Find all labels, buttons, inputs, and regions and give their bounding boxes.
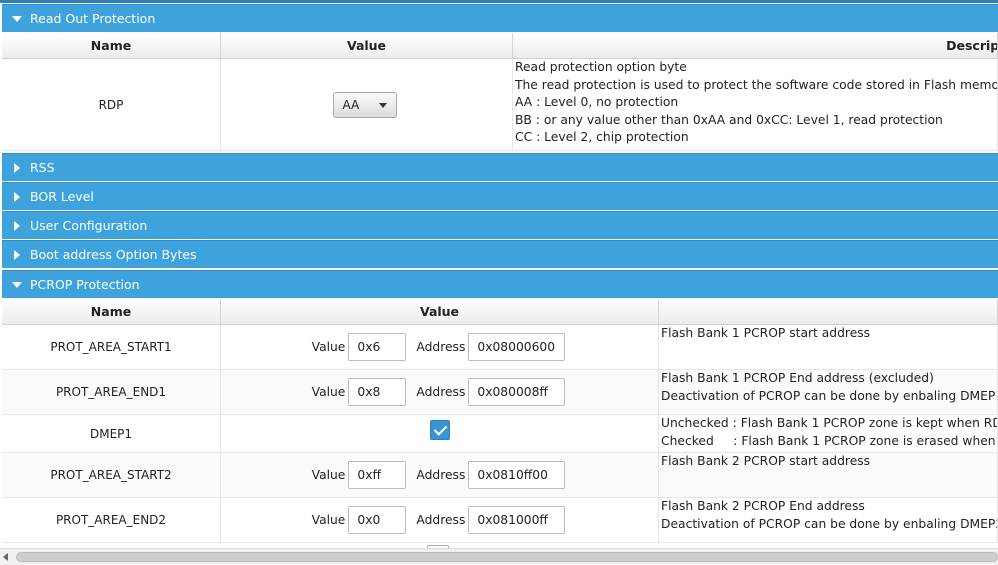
pcrop-name-cell: DMEP1 [2,415,221,453]
column-header-value[interactable]: Value [221,33,513,59]
pcrop-value-cell: Value 0xff Address 0x0810ff00 [221,453,659,498]
pcrop-desc-line: Deactivation of PCROP can be done by enb… [661,516,998,531]
pcrop-value-cell: Value 0x6 Address 0x08000600 [221,325,659,370]
value-label: Value [311,468,346,482]
section-boot-address[interactable]: Boot address Option Bytes [2,240,998,268]
address-input[interactable]: 0x080008ff [468,378,566,406]
value-input-text: 0x0 [357,513,381,527]
rdp-desc-line: The read protection is used to protect t… [515,77,998,92]
pcrop-row-name: PROT_AREA_START2 [50,468,172,482]
value-input-text: 0xff [357,468,381,482]
pcrop-row-name: PROT_AREA_END2 [55,513,167,527]
value-label: Value [311,513,346,527]
pcrop-name-cell: PROT_AREA_END1 [2,370,221,415]
rdp-dropdown-value: AA [342,97,360,112]
pcrop-name-cell: PROT_AREA_START2 [2,453,221,498]
value-label: Value [311,385,346,399]
expand-triangle-icon [12,220,22,231]
value-input-text: 0x6 [357,340,381,354]
section-pcrop-protection[interactable]: PCROP Protection [2,270,998,298]
expand-triangle-icon [12,191,22,202]
address-input-text: 0x0810ff00 [477,468,548,482]
rdp-name: RDP [98,97,124,112]
pcrop-value-cell: Value 0x0 Address 0x081000ff [221,498,659,543]
expand-triangle-icon [12,162,22,173]
rdp-desc-line: AA : Level 0, no protection [515,95,679,109]
pcrop-desc-line: Checked : Flash Bank 1 PCROP zone is era… [661,433,996,448]
column-header-description[interactable]: Description [513,33,998,59]
section-rss[interactable]: RSS [2,153,998,181]
scrollbar-thumb[interactable] [16,552,998,562]
pcrop-description-cell: Flash Bank 2 PCROP start address [659,453,998,498]
rdp-dropdown[interactable]: AA [332,91,397,118]
pcrop-name-cell: PROT_AREA_END2 [2,498,221,543]
section-title: RSS [30,160,55,175]
expand-triangle-icon [12,249,22,260]
address-input[interactable]: 0x08000600 [468,333,566,361]
pcrop-row-name: PROT_AREA_END1 [55,385,167,399]
address-input[interactable]: 0x0810ff00 [468,461,566,489]
pcrop-desc-line: Flash Bank 1 PCROP start address [661,326,871,340]
collapse-triangle-icon [12,280,22,290]
collapse-triangle-icon [12,14,22,24]
pcrop-description-cell: Unchecked : Flash Bank 1 PCROP zone is k… [659,415,998,453]
pcrop-desc-line: Flash Bank 1 PCROP End address (excluded… [661,371,934,385]
scroll-left-arrow-icon[interactable] [3,553,8,561]
rdp-name-cell: RDP [2,59,221,151]
section-title: BOR Level [30,189,94,204]
column-header-name[interactable]: Name [2,33,221,59]
dmep1-checkbox[interactable] [429,420,450,440]
column-header-name[interactable]: Name [2,299,221,325]
value-input[interactable]: 0x8 [348,378,407,406]
pcrop-row-name: DMEP1 [89,426,133,441]
section-title: Boot address Option Bytes [30,247,197,262]
section-title: PCROP Protection [30,277,140,292]
address-label: Address [416,340,466,354]
address-input[interactable]: 0x081000ff [468,506,566,534]
address-label: Address [416,513,466,527]
horizontal-scrollbar[interactable] [0,548,998,565]
column-header-description[interactable] [659,299,998,325]
pcrop-value-cell [221,415,659,453]
address-input-text: 0x080008ff [477,385,548,399]
section-title: User Configuration [30,218,148,233]
section-user-configuration[interactable]: User Configuration [2,211,998,239]
pcrop-row-name: PROT_AREA_START1 [50,340,172,354]
value-label: Value [311,340,346,354]
pcrop-value-cell: Value 0x8 Address 0x080008ff [221,370,659,415]
pcrop-desc-line: Deactivation of PCROP can be done by enb… [661,388,998,403]
chevron-down-icon [378,102,387,108]
address-label: Address [416,468,466,482]
rdp-desc-line: CC : Level 2, chip protection [515,130,689,144]
pcrop-desc-line: Flash Bank 2 PCROP start address [661,454,871,468]
column-header-value[interactable]: Value [221,299,659,325]
section-bor-level[interactable]: BOR Level [2,182,998,210]
value-input[interactable]: 0x0 [348,506,407,534]
pcrop-name-cell: PROT_AREA_START1 [2,325,221,370]
address-input-text: 0x08000600 [477,340,556,354]
pcrop-description-cell: Flash Bank 2 PCROP End address Deactivat… [659,498,998,543]
address-input-text: 0x081000ff [477,513,548,527]
rdp-desc-line: Read protection option byte [515,60,687,74]
value-input[interactable]: 0xff [348,461,407,489]
rdp-description-cell: Read protection option byte The read pro… [513,59,998,151]
value-input-text: 0x8 [357,385,381,399]
pcrop-description-cell: Flash Bank 1 PCROP start address [659,325,998,370]
value-input[interactable]: 0x6 [348,333,407,361]
rdp-value-cell: AA [221,59,513,151]
description-header-label: Description [946,38,997,53]
section-read-out-protection[interactable]: Read Out Protection [2,4,998,32]
pcrop-desc-line: Unchecked : Flash Bank 1 PCROP zone is k… [661,416,997,430]
rdp-desc-line: BB : or any value other than 0xAA and 0x… [515,112,943,127]
pcrop-desc-line: Flash Bank 2 PCROP End address [661,499,865,513]
top-border [0,0,998,3]
section-title: Read Out Protection [30,11,156,26]
address-label: Address [416,385,466,399]
pcrop-description-cell: Flash Bank 1 PCROP End address (excluded… [659,370,998,415]
